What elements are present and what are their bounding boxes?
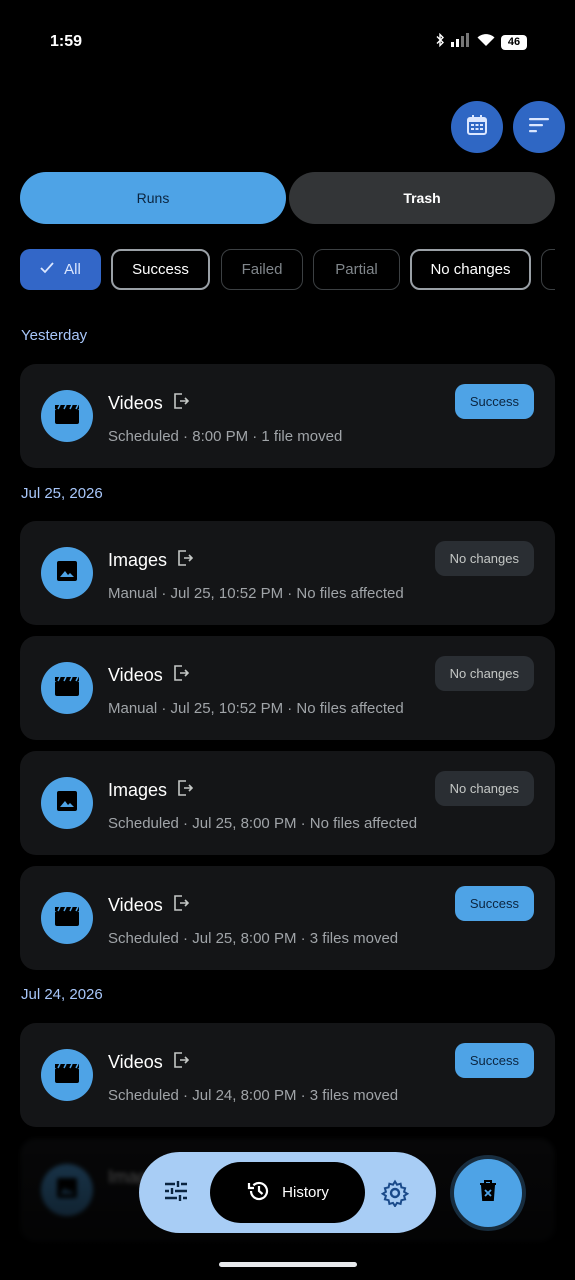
run-name: Videos — [108, 1052, 163, 1072]
filter-chips: All Success Failed Partial No changes — [20, 249, 555, 291]
image-icon — [55, 789, 79, 818]
video-icon — [54, 1062, 80, 1089]
section-header: Jul 25, 2026 — [21, 485, 103, 502]
bluetooth-icon — [435, 32, 445, 51]
run-avatar — [41, 547, 93, 599]
run-card[interactable]: Videos Scheduled · Jul 25, 8:00 PM · 3 f… — [20, 866, 555, 970]
status-badge: No changes — [434, 656, 534, 691]
filter-chip-label: Success — [132, 261, 189, 278]
image-icon — [55, 1176, 79, 1205]
calendar-icon — [465, 113, 489, 142]
filter-chip-label: Partial — [335, 261, 378, 278]
sort-icon — [527, 113, 551, 142]
section-header: Jul 24, 2026 — [21, 986, 103, 1003]
status-time: 1:59 — [50, 33, 83, 50]
status-badge: Success — [454, 384, 534, 419]
run-title: Videos — [108, 393, 189, 414]
run-avatar — [41, 777, 93, 829]
export-icon — [173, 895, 189, 916]
run-meta: Manual · Jul 25, 10:52 PM · No files aff… — [108, 585, 404, 602]
status-badge: Success — [454, 1043, 534, 1078]
export-icon — [173, 393, 189, 414]
section-header: Yesterday — [21, 327, 88, 344]
run-card[interactable]: Images Manual · Jul 25, 10:52 PM · No fi… — [20, 521, 555, 625]
export-icon — [177, 780, 194, 801]
wifi-icon — [477, 33, 495, 51]
run-card[interactable]: Videos Scheduled · 8:00 PM · 1 file move… — [20, 364, 555, 468]
battery-icon: 46 — [501, 34, 527, 50]
signal-icon — [451, 33, 471, 51]
filter-chip-failed[interactable]: Failed — [221, 249, 303, 290]
run-card[interactable]: Images Scheduled · Jul 25, 8:00 PM · No … — [20, 751, 555, 855]
delete-icon — [477, 1179, 499, 1208]
tab-trash-label: Trash — [403, 190, 441, 206]
bottom-nav: History — [139, 1152, 436, 1233]
video-icon — [54, 905, 80, 932]
export-icon — [173, 1052, 189, 1073]
run-name: Videos — [108, 895, 163, 915]
filter-chip-label: Failed — [241, 261, 283, 278]
filter-chip-more[interactable] — [541, 249, 555, 290]
tune-icon — [163, 1181, 189, 1208]
run-avatar — [41, 1049, 93, 1101]
nav-settings-button[interactable] — [380, 1179, 410, 1212]
nav-history-label: History — [282, 1184, 329, 1201]
home-indicator[interactable] — [219, 1262, 357, 1267]
tab-runs[interactable]: Runs — [20, 172, 286, 224]
sort-button[interactable] — [513, 101, 565, 153]
video-icon — [54, 675, 80, 702]
export-icon — [177, 550, 194, 571]
filter-chip-label: All — [64, 261, 81, 278]
run-avatar — [41, 892, 93, 944]
run-avatar — [41, 1164, 93, 1216]
run-meta: Scheduled · Jul 24, 8:00 PM · 3 files mo… — [108, 1087, 399, 1104]
status-badge: No changes — [434, 541, 534, 576]
status-badge: Success — [454, 886, 534, 921]
image-icon — [55, 559, 79, 588]
tab-runs-label: Runs — [136, 190, 170, 206]
run-title: Videos — [108, 895, 189, 916]
run-card[interactable]: Videos Manual · Jul 25, 10:52 PM · No fi… — [20, 636, 555, 740]
nav-rules-button[interactable] — [163, 1178, 189, 1209]
run-name: Images — [108, 780, 168, 800]
tab-trash[interactable]: Trash — [289, 172, 555, 224]
run-title: Videos — [108, 665, 189, 686]
export-icon — [173, 665, 189, 686]
run-card[interactable]: Videos Scheduled · Jul 24, 8:00 PM · 3 f… — [20, 1023, 555, 1127]
check-icon — [40, 261, 54, 278]
filter-chip-label: No changes — [430, 261, 511, 278]
run-name: Videos — [108, 665, 163, 685]
run-meta: Scheduled · Jul 25, 8:00 PM · 3 files mo… — [108, 930, 399, 947]
nav-history-button[interactable]: History — [210, 1162, 365, 1223]
filter-chip-no-changes[interactable]: No changes — [410, 249, 531, 290]
history-icon — [246, 1178, 272, 1208]
run-title: Videos — [108, 1052, 189, 1073]
run-title: Images — [108, 780, 194, 801]
status-bar: 1:59 46 — [0, 0, 575, 80]
run-name: Videos — [108, 393, 163, 413]
calendar-button[interactable] — [451, 101, 503, 153]
status-icons: 46 — [435, 32, 527, 51]
filter-chip-partial[interactable]: Partial — [313, 249, 400, 290]
run-title: Images — [108, 550, 194, 571]
settings-icon — [380, 1179, 410, 1211]
filter-chip-success[interactable]: Success — [111, 249, 210, 290]
run-meta: Scheduled · 8:00 PM · 1 file moved — [108, 428, 343, 445]
clear-history-button[interactable] — [454, 1159, 522, 1227]
filter-chip-all[interactable]: All — [20, 249, 101, 290]
run-avatar — [41, 662, 93, 714]
run-name: Images — [108, 550, 168, 570]
video-icon — [54, 403, 80, 430]
run-meta: Manual · Jul 25, 10:52 PM · No files aff… — [108, 700, 404, 717]
run-avatar — [41, 390, 93, 442]
status-badge: No changes — [434, 771, 534, 806]
run-meta: Scheduled · Jul 25, 8:00 PM · No files a… — [108, 815, 418, 832]
